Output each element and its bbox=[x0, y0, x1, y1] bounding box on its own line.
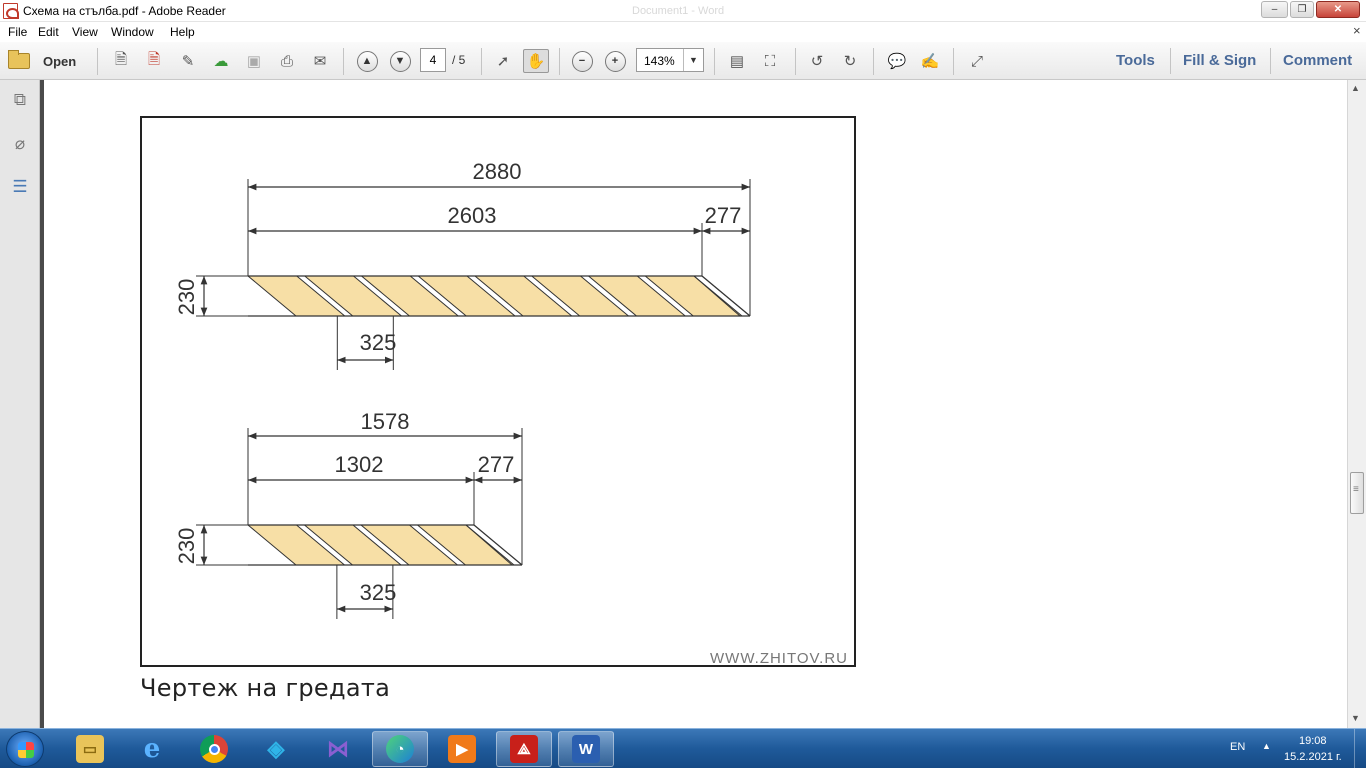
toolbar-separator bbox=[714, 48, 715, 75]
create-pdf-icon[interactable]: 🗎 bbox=[108, 49, 134, 73]
print-icon[interactable]: ⎙ bbox=[274, 49, 300, 73]
bottom-step-length: 325 bbox=[360, 580, 397, 605]
open-label: Open bbox=[43, 53, 77, 69]
show-desktop-button[interactable] bbox=[1354, 729, 1366, 769]
top-height: 230 bbox=[174, 279, 199, 316]
navigation-pane: ⧉ ⌀ ☰ bbox=[0, 80, 44, 728]
start-button[interactable] bbox=[6, 731, 44, 767]
page-number-input[interactable]: 4 bbox=[420, 48, 446, 72]
open-button[interactable]: Open bbox=[8, 49, 90, 73]
toolbar-separator bbox=[1270, 48, 1271, 74]
tools-button[interactable]: Tools bbox=[1116, 52, 1155, 69]
file-explorer-icon[interactable]: ▭ bbox=[62, 731, 118, 767]
taskbar: ▭ e ◈ ⋈ ◔ ▶ ⟁ W EN ▲ 19:08 15.2.2021 г. bbox=[0, 728, 1366, 769]
document-view[interactable]: 2880 2603 277 230 325 1578 1302 277 230 … bbox=[44, 80, 1347, 728]
beam-drawing-svg: 2880 2603 277 230 325 1578 1302 277 230 … bbox=[174, 159, 848, 665]
top-end-length: 277 bbox=[705, 203, 742, 228]
select-arrow-icon[interactable]: ➚ bbox=[490, 49, 516, 73]
adobe-pdf-icon bbox=[3, 3, 19, 19]
chrome-icon[interactable] bbox=[186, 731, 242, 767]
toolbar-separator bbox=[1170, 48, 1171, 74]
menu-file[interactable]: File bbox=[8, 25, 27, 39]
top-step-length: 325 bbox=[360, 330, 397, 355]
zoom-value: 143% bbox=[644, 54, 675, 68]
fit-page-icon[interactable]: ▤ bbox=[724, 49, 750, 73]
tray-expand-icon[interactable]: ▲ bbox=[1262, 741, 1271, 751]
bookmarks-icon[interactable]: ☰ bbox=[10, 177, 30, 197]
menu-edit[interactable]: Edit bbox=[38, 25, 59, 39]
figure-caption: Чертеж на гредата bbox=[140, 674, 391, 702]
comment-bubble-icon[interactable]: 💬 bbox=[884, 49, 910, 73]
scroll-down-icon[interactable]: ▼ bbox=[1351, 713, 1360, 723]
prev-page-icon[interactable]: ▲ bbox=[354, 49, 380, 73]
top-total-length: 2880 bbox=[473, 159, 522, 184]
zoom-in-icon[interactable]: + bbox=[602, 49, 628, 73]
expand-icon[interactable]: ⤢ bbox=[964, 49, 990, 73]
bottom-end-length: 277 bbox=[478, 452, 515, 477]
fullscreen-fit-icon[interactable]: ⛶ bbox=[757, 49, 783, 73]
bottom-total-length: 1578 bbox=[361, 409, 410, 434]
rotate-ccw-icon[interactable]: ↺ bbox=[804, 49, 830, 73]
comment-button[interactable]: Comment bbox=[1283, 52, 1352, 69]
hand-icon[interactable]: ✋ bbox=[523, 49, 549, 73]
bottom-main-length: 1302 bbox=[335, 452, 384, 477]
toolbar-separator bbox=[343, 48, 344, 75]
visual-studio-icon[interactable]: ⋈ bbox=[310, 731, 366, 767]
save-icon[interactable]: ▣ bbox=[241, 49, 267, 73]
attachment-icon[interactable]: ⌀ bbox=[10, 134, 30, 154]
word-icon[interactable]: W bbox=[558, 731, 614, 767]
page-thumbnails-icon[interactable]: ⧉ bbox=[10, 90, 30, 110]
next-page-icon[interactable]: ▼ bbox=[387, 49, 413, 73]
media-player-icon[interactable]: ▶ bbox=[434, 731, 490, 767]
kodi-icon[interactable]: ◈ bbox=[248, 731, 304, 767]
menu-bar: File Edit View Window Help × bbox=[0, 22, 1366, 42]
watermark: WWW.ZHITOV.RU bbox=[710, 650, 848, 665]
adobe-reader-icon[interactable]: ⟁ bbox=[496, 731, 552, 767]
menu-view[interactable]: View bbox=[72, 25, 98, 39]
clock-date[interactable]: 15.2.2021 г. bbox=[1284, 751, 1342, 763]
zoom-out-icon[interactable]: − bbox=[569, 49, 595, 73]
toolbar-separator bbox=[873, 48, 874, 75]
toolbar-separator bbox=[481, 48, 482, 75]
adobe-reader-window: Схема на стълба.pdf - Adobe Reader Docum… bbox=[0, 0, 1366, 769]
chevron-down-icon[interactable]: ▼ bbox=[683, 49, 703, 71]
rotate-cw-icon[interactable]: ↻ bbox=[837, 49, 863, 73]
clock-time[interactable]: 19:08 bbox=[1299, 735, 1327, 747]
maximize-button[interactable]: ❐ bbox=[1290, 1, 1314, 18]
highlight-icon[interactable]: ✍ bbox=[917, 49, 943, 73]
toolbar-separator bbox=[559, 48, 560, 75]
internet-explorer-icon[interactable]: e bbox=[124, 731, 180, 767]
zoom-select[interactable]: 143% ▼ bbox=[636, 48, 704, 72]
toolbar-separator bbox=[795, 48, 796, 75]
scroll-thumb[interactable] bbox=[1350, 472, 1364, 514]
cloud-upload-icon[interactable]: ☁ bbox=[208, 49, 234, 73]
scroll-up-icon[interactable]: ▲ bbox=[1351, 83, 1360, 93]
email-icon[interactable]: ✉ bbox=[307, 49, 333, 73]
fill-sign-button[interactable]: Fill & Sign bbox=[1183, 52, 1256, 69]
top-main-length: 2603 bbox=[448, 203, 497, 228]
edge-icon[interactable]: ◔ bbox=[372, 731, 428, 767]
bottom-height: 230 bbox=[174, 528, 199, 565]
page-total: / 5 bbox=[452, 53, 466, 67]
minimize-button[interactable]: – bbox=[1261, 1, 1288, 18]
close-button[interactable]: ✕ bbox=[1316, 1, 1360, 18]
beam-drawing: 2880 2603 277 230 325 1578 1302 277 230 … bbox=[140, 116, 856, 667]
menu-help[interactable]: Help bbox=[170, 25, 195, 39]
language-indicator[interactable]: EN bbox=[1230, 741, 1245, 753]
toolbar-separator bbox=[97, 48, 98, 75]
menu-window[interactable]: Window bbox=[111, 25, 154, 39]
folder-icon bbox=[8, 50, 30, 69]
background-window-title: Document1 - Word bbox=[632, 5, 725, 17]
edit-icon[interactable]: ✎ bbox=[175, 49, 201, 73]
export-pdf-icon[interactable]: 🗎 bbox=[141, 49, 167, 73]
vertical-scrollbar[interactable]: ▲ ▼ bbox=[1347, 80, 1366, 728]
close-document-button[interactable]: × bbox=[1353, 23, 1361, 38]
window-title: Схема на стълба.pdf - Adobe Reader bbox=[23, 4, 226, 18]
title-bar: Схема на стълба.pdf - Adobe Reader Docum… bbox=[0, 0, 1366, 22]
toolbar-separator bbox=[953, 48, 954, 75]
